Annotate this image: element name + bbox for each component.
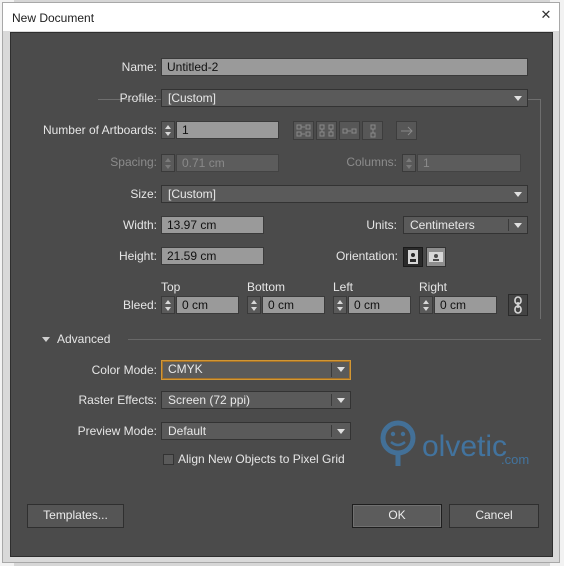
profile-dropdown[interactable]: [Custom] bbox=[161, 89, 528, 107]
grid-by-column-icon[interactable] bbox=[316, 121, 337, 140]
landscape-orientation-icon[interactable] bbox=[426, 247, 446, 267]
chevron-down-icon bbox=[514, 223, 522, 228]
close-icon[interactable]: ✕ bbox=[537, 6, 555, 24]
color-mode-dropdown[interactable]: CMYK bbox=[161, 360, 351, 380]
size-value: [Custom] bbox=[168, 187, 217, 201]
raster-effects-dropdown[interactable]: Screen (72 ppi) bbox=[161, 391, 351, 409]
preview-mode-dropdown[interactable]: Default bbox=[161, 422, 351, 440]
color-mode-value: CMYK bbox=[168, 362, 203, 376]
width-input[interactable]: 13.97 cm bbox=[161, 216, 264, 234]
grid-by-row-icon[interactable] bbox=[293, 121, 314, 140]
arrange-by-column-icon[interactable] bbox=[362, 121, 383, 140]
width-label: Width: bbox=[122, 218, 157, 232]
bleed-bottom-label: Bottom bbox=[247, 280, 286, 294]
solvetic-watermark: olvetic .com bbox=[376, 418, 546, 481]
title-bar[interactable]: New Document ✕ bbox=[3, 3, 559, 31]
arrow-right-icon[interactable] bbox=[396, 121, 417, 140]
templates-button[interactable]: Templates... bbox=[27, 504, 124, 528]
new-document-window: New Document ✕ Name: Untitled-2 Profile:… bbox=[2, 2, 560, 563]
artboards-label: Number of Artboards: bbox=[42, 123, 157, 137]
height-label: Height: bbox=[118, 249, 157, 263]
name-label: Name: bbox=[121, 60, 157, 74]
advanced-label[interactable]: Advanced bbox=[57, 332, 110, 347]
chevron-down-icon bbox=[337, 429, 345, 434]
bleed-top-input[interactable]: 0 cm bbox=[176, 296, 239, 314]
watermark-text: olvetic bbox=[422, 430, 508, 463]
bleed-left-stepper[interactable] bbox=[333, 296, 347, 314]
chevron-down-icon bbox=[337, 367, 345, 372]
bleed-right-stepper[interactable] bbox=[419, 296, 433, 314]
artboards-input[interactable]: 1 bbox=[176, 121, 279, 139]
artboards-stepper[interactable] bbox=[161, 121, 175, 139]
align-pixel-grid-checkbox[interactable] bbox=[163, 454, 174, 465]
bleed-left-label: Left bbox=[333, 280, 354, 294]
arrange-by-row-icon[interactable] bbox=[339, 121, 360, 140]
units-label: Units: bbox=[366, 218, 397, 232]
spacing-stepper[interactable] bbox=[161, 154, 175, 172]
bleed-bottom-stepper[interactable] bbox=[247, 296, 261, 314]
columns-label: Columns: bbox=[346, 155, 397, 169]
bleed-right-input[interactable]: 0 cm bbox=[434, 296, 497, 314]
chevron-down-icon bbox=[514, 192, 522, 197]
name-input[interactable]: Untitled-2 bbox=[161, 58, 528, 76]
bleed-right-label: Right bbox=[419, 280, 448, 294]
advanced-divider bbox=[128, 339, 541, 340]
collapse-triangle-icon[interactable] bbox=[42, 337, 50, 342]
color-mode-label: Color Mode: bbox=[91, 363, 157, 377]
bleed-label: Bleed: bbox=[122, 298, 157, 312]
height-input[interactable]: 21.59 cm bbox=[161, 247, 264, 265]
watermark-suffix: .com bbox=[501, 452, 530, 467]
dialog-body: Name: Untitled-2 Profile: [Custom] Numbe… bbox=[10, 32, 553, 557]
columns-stepper[interactable] bbox=[402, 154, 416, 172]
bleed-top-label: Top bbox=[161, 280, 181, 294]
spacing-input[interactable]: 0.71 cm bbox=[176, 154, 279, 172]
align-pixel-grid-label[interactable]: Align New Objects to Pixel Grid bbox=[178, 452, 345, 467]
units-dropdown[interactable]: Centimeters bbox=[403, 216, 528, 234]
chevron-down-icon bbox=[514, 96, 522, 101]
bleed-top-stepper[interactable] bbox=[161, 296, 175, 314]
chevron-down-icon bbox=[337, 398, 345, 403]
cancel-button[interactable]: Cancel bbox=[449, 504, 539, 528]
orientation-label: Orientation: bbox=[335, 249, 398, 263]
bleed-left-input[interactable]: 0 cm bbox=[348, 296, 411, 314]
preview-mode-value: Default bbox=[168, 424, 207, 438]
size-dropdown[interactable]: [Custom] bbox=[161, 185, 528, 203]
raster-effects-label: Raster Effects: bbox=[78, 393, 157, 407]
units-value: Centimeters bbox=[410, 218, 475, 232]
profile-value: [Custom] bbox=[168, 91, 217, 105]
bleed-bottom-input[interactable]: 0 cm bbox=[262, 296, 325, 314]
window-title: New Document bbox=[12, 11, 95, 25]
raster-effects-value: Screen (72 ppi) bbox=[168, 393, 251, 407]
preview-mode-label: Preview Mode: bbox=[77, 424, 157, 438]
size-label: Size: bbox=[130, 187, 157, 201]
link-icon[interactable] bbox=[508, 294, 528, 316]
profile-label: Profile: bbox=[119, 91, 157, 105]
portrait-orientation-icon[interactable] bbox=[403, 247, 423, 267]
columns-input[interactable]: 1 bbox=[417, 154, 521, 172]
ok-button[interactable]: OK bbox=[352, 504, 442, 528]
spacing-label: Spacing: bbox=[110, 155, 157, 169]
